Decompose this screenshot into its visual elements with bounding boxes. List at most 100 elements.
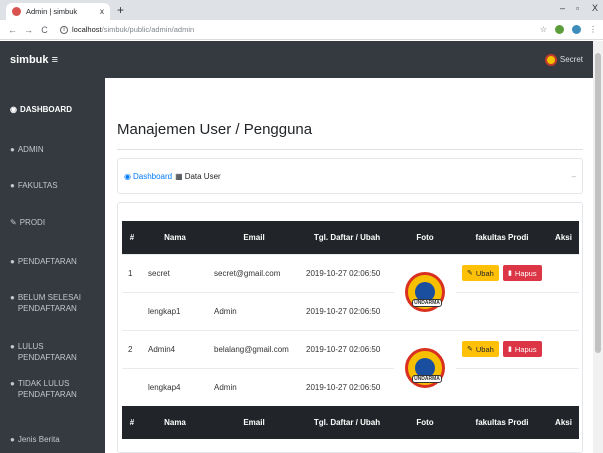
breadcrumb: ◉ Dashboard ▦ Data User – bbox=[117, 158, 583, 194]
tab-close-icon[interactable]: x bbox=[100, 7, 104, 16]
row-foto: UNDARMA bbox=[394, 329, 456, 406]
column-header: fakultas Prodi bbox=[456, 221, 548, 254]
row-number bbox=[122, 291, 142, 330]
table-row: lengkap1 Admin 2019-10-27 02:06:50 bbox=[122, 291, 579, 330]
column-header: Email bbox=[208, 221, 300, 254]
sidebar-item-label: TIDAK LULUS PENDAFTARAN bbox=[17, 379, 77, 399]
trash-icon: ▮ bbox=[508, 346, 512, 353]
sidebar-item-label: PENDAFTARAN bbox=[17, 257, 77, 266]
profile-icon[interactable] bbox=[572, 25, 581, 34]
row-tgl-ubah: 2019-10-27 02:06:50 bbox=[300, 367, 394, 406]
row-number bbox=[122, 367, 142, 406]
sidebar-item-dashboard[interactable]: ◉ DASHBOARD bbox=[0, 104, 105, 115]
back-icon[interactable]: ← bbox=[6, 25, 19, 35]
row-aksi bbox=[548, 253, 579, 292]
scrollbar-thumb[interactable] bbox=[595, 53, 601, 353]
favicon-icon bbox=[12, 7, 21, 16]
row-email: secret@gmail.com bbox=[208, 253, 300, 292]
collapse-icon[interactable]: – bbox=[572, 172, 576, 181]
user-table: # Nama Email Tgl. Daftar / Ubah Foto fak… bbox=[122, 221, 579, 439]
user-avatar-icon bbox=[544, 53, 557, 66]
row-foto: UNDARMA bbox=[394, 253, 456, 330]
user-circle-icon: ● bbox=[10, 435, 15, 444]
delete-label: Hapus bbox=[514, 268, 537, 278]
user-circle-icon: ● bbox=[10, 145, 15, 154]
column-header: Foto bbox=[394, 221, 456, 254]
app-navbar: simbuk ≡ Secret bbox=[0, 41, 593, 78]
university-logo-icon: UNDARMA bbox=[405, 272, 445, 312]
user-menu[interactable]: Secret bbox=[544, 53, 583, 66]
sidebar-item-jenis-berita[interactable]: ● Jenis Berita bbox=[0, 434, 105, 445]
new-tab-button[interactable]: + bbox=[117, 3, 124, 17]
row-nama: Admin4 bbox=[142, 329, 208, 368]
row-role: Admin bbox=[208, 367, 300, 406]
browser-menu-icon[interactable]: ⋮ bbox=[589, 25, 597, 34]
browser-actions: ☆ ⋮ bbox=[540, 25, 597, 34]
column-footer: Nama bbox=[142, 406, 208, 439]
user-circle-icon: ● bbox=[10, 257, 15, 266]
url-field[interactable]: i localhost/simbuk/public/admin/admin bbox=[60, 25, 194, 34]
row-tgl-ubah: 2019-10-27 02:06:50 bbox=[300, 291, 394, 330]
bookmark-star-icon[interactable]: ☆ bbox=[540, 25, 547, 34]
column-footer: fakultas Prodi bbox=[456, 406, 548, 439]
row-email: belalang@gmail.com bbox=[208, 329, 300, 368]
column-footer: Email bbox=[208, 406, 300, 439]
page-scrollbar[interactable] bbox=[593, 41, 603, 453]
reload-icon[interactable]: C bbox=[38, 25, 51, 35]
minimize-button[interactable]: – bbox=[560, 3, 565, 13]
edit-button[interactable]: ✎ Ubah bbox=[462, 341, 499, 357]
edit-icon: ✎ bbox=[467, 270, 473, 277]
row-number: 2 bbox=[122, 329, 142, 368]
user-name: Secret bbox=[559, 55, 583, 64]
breadcrumb-link-dashboard[interactable]: Dashboard bbox=[133, 172, 172, 181]
sidebar-item-belum-selesai[interactable]: ● BELUM SELESAI PENDAFTARAN bbox=[0, 292, 105, 314]
divider bbox=[117, 149, 583, 150]
sidebar-item-label: LULUS PENDAFTARAN bbox=[17, 342, 77, 362]
main-content: Manajemen User / Pengguna ◉ Dashboard ▦ … bbox=[105, 78, 593, 453]
edit-button[interactable]: ✎ Ubah bbox=[462, 265, 499, 281]
close-window-button[interactable]: X bbox=[592, 3, 598, 13]
row-actions bbox=[456, 291, 548, 330]
column-header: # bbox=[122, 221, 142, 254]
delete-button[interactable]: ▮ Hapus bbox=[503, 341, 542, 357]
tachometer-icon: ◉ bbox=[10, 105, 17, 114]
sidebar-item-label: BELUM SELESAI PENDAFTARAN bbox=[17, 293, 81, 313]
edit-icon: ✎ bbox=[467, 346, 473, 353]
column-header: Aksi bbox=[548, 221, 579, 254]
page-title: Manajemen User / Pengguna bbox=[117, 121, 313, 138]
url-path: /simbuk/public/admin/admin bbox=[101, 25, 195, 34]
column-header: Nama bbox=[142, 221, 208, 254]
sidebar-item-prodi[interactable]: ✎ PRODI bbox=[0, 217, 105, 228]
table-footer-row: # Nama Email Tgl. Daftar / Ubah Foto fak… bbox=[122, 406, 579, 439]
edit-label: Ubah bbox=[475, 344, 494, 354]
row-actions: ✎ Ubah ▮ Hapus bbox=[456, 253, 548, 292]
column-footer: Tgl. Daftar / Ubah bbox=[300, 406, 394, 439]
row-actions: ✎ Ubah ▮ Hapus bbox=[456, 329, 548, 368]
sidebar-item-fakultas[interactable]: ● FAKULTAS bbox=[0, 180, 105, 191]
forward-icon[interactable]: → bbox=[22, 25, 35, 35]
sidebar-item-tidak-lulus[interactable]: ● TIDAK LULUS PENDAFTARAN bbox=[0, 378, 105, 400]
info-icon[interactable]: i bbox=[60, 25, 68, 34]
browser-tab-bar: Admin | simbuk x + – ▫ X bbox=[0, 0, 603, 20]
row-nama-lengkap: lengkap1 bbox=[142, 291, 208, 330]
sidebar-item-pendaftaran[interactable]: ● PENDAFTARAN bbox=[0, 256, 105, 267]
tab-title: Admin | simbuk bbox=[26, 7, 78, 16]
column-footer: # bbox=[122, 406, 142, 439]
row-aksi bbox=[548, 367, 579, 406]
browser-tab[interactable]: Admin | simbuk x bbox=[6, 3, 110, 20]
row-nama: secret bbox=[142, 253, 208, 292]
sidebar-item-label: ADMIN bbox=[17, 145, 44, 154]
logo-ribbon: UNDARMA bbox=[412, 299, 442, 307]
table-row: 1 secret secret@gmail.com 2019-10-27 02:… bbox=[122, 253, 579, 330]
trash-icon: ▮ bbox=[508, 270, 512, 277]
delete-button[interactable]: ▮ Hapus bbox=[503, 265, 542, 281]
maximize-button[interactable]: ▫ bbox=[576, 3, 579, 13]
brand-toggle[interactable]: simbuk ≡ bbox=[10, 54, 58, 66]
column-footer: Aksi bbox=[548, 406, 579, 439]
edit-icon: ✎ bbox=[10, 218, 17, 227]
row-aksi bbox=[548, 291, 579, 330]
logo-ribbon: UNDARMA bbox=[412, 375, 442, 384]
sidebar-item-lulus[interactable]: ● LULUS PENDAFTARAN bbox=[0, 341, 105, 363]
extension-icon[interactable] bbox=[555, 25, 564, 34]
sidebar-item-admin[interactable]: ● ADMIN bbox=[0, 144, 105, 155]
